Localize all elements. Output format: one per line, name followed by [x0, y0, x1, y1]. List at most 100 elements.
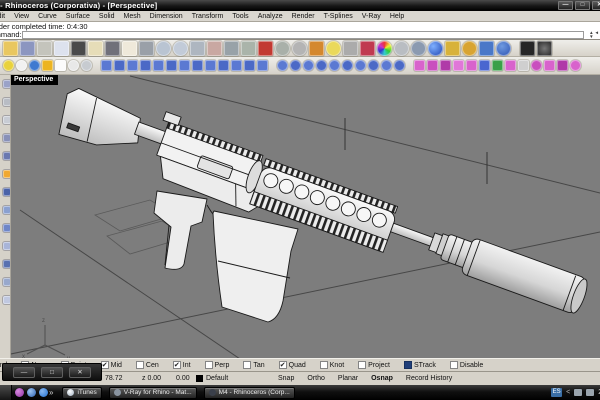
undo-icon[interactable]: [105, 41, 120, 56]
menu-tsplines[interactable]: T-Splines: [324, 13, 353, 20]
task-v-ray-for-rhino-mat-[interactable]: V-Ray for Rhino - Mat...: [109, 387, 197, 399]
left-tool-3-icon[interactable]: [3, 116, 11, 124]
tray-network-icon[interactable]: [586, 389, 594, 396]
funnel-icon[interactable]: [445, 41, 460, 56]
ring-icon[interactable]: [68, 60, 79, 71]
tsplines-offset-icon[interactable]: [355, 60, 366, 71]
tsplines-point-edit-icon[interactable]: [505, 60, 516, 71]
menu-transform[interactable]: Transform: [192, 13, 224, 20]
osnap-project-checkbox[interactable]: [358, 361, 366, 369]
tsplines-bridge-icon[interactable]: [231, 60, 242, 71]
tsplines-cylinder-icon[interactable]: [114, 60, 125, 71]
menu-mesh[interactable]: Mesh: [124, 13, 141, 20]
menu-curve[interactable]: Curve: [38, 13, 57, 20]
left-tool-12-icon[interactable]: [3, 278, 11, 286]
menu-tools[interactable]: Tools: [232, 13, 248, 20]
tsplines-weld-icon[interactable]: [192, 60, 203, 71]
tsplines-edit-icon[interactable]: [453, 60, 464, 71]
tsplines-smooth-icon[interactable]: [257, 60, 268, 71]
material-flower-icon[interactable]: [275, 41, 290, 56]
osnap-perp[interactable]: Perp: [205, 361, 230, 369]
osnap-cen-checkbox[interactable]: [136, 361, 144, 369]
left-tool-7-icon[interactable]: [3, 188, 11, 196]
tsplines-retopo-icon[interactable]: [427, 60, 438, 71]
command-input[interactable]: [22, 31, 584, 39]
quick-launch-sphere-icon[interactable]: [27, 388, 36, 397]
tsplines-subdivide-icon[interactable]: [166, 60, 177, 71]
tsplines-frame-icon[interactable]: [414, 60, 425, 71]
close-button[interactable]: ✕: [592, 1, 600, 10]
status-mode-planar[interactable]: Planar: [338, 375, 358, 382]
osnap-int-checkbox[interactable]: ✔: [173, 361, 181, 369]
tsplines-checker-icon[interactable]: [518, 60, 529, 71]
current-layer[interactable]: Default: [206, 375, 228, 382]
left-tool-9-icon[interactable]: [3, 224, 11, 232]
tsplines-crease-icon[interactable]: [179, 60, 190, 71]
circle-tool-icon[interactable]: [292, 41, 307, 56]
left-tool-8-icon[interactable]: [3, 206, 11, 214]
tsplines-grid-icon[interactable]: [440, 60, 451, 71]
tsplines-insert-edge-icon[interactable]: [140, 60, 151, 71]
tsplines-merge-icon[interactable]: [218, 60, 229, 71]
left-tool-4-icon[interactable]: [3, 134, 11, 142]
vray-sphere-icon[interactable]: [428, 41, 443, 56]
overlay-close-button[interactable]: ✕: [69, 367, 91, 378]
task-m4-rhinoceros-corp-[interactable]: M4 - Rhinoceros (Corp...: [204, 387, 295, 399]
tray-display-icon[interactable]: [574, 389, 582, 396]
task-itunes[interactable]: iTunes: [62, 387, 101, 399]
vray-shield-icon[interactable]: [360, 41, 375, 56]
pan-hand-icon[interactable]: [122, 41, 137, 56]
quick-launch-ie-icon[interactable]: [39, 388, 48, 397]
left-tool-6-icon[interactable]: [3, 170, 11, 178]
osnap-quad-checkbox[interactable]: ✔: [279, 361, 287, 369]
overlay-minimize-button[interactable]: —: [13, 367, 35, 378]
left-tool-5-icon[interactable]: [3, 152, 11, 160]
layer-color-swatch[interactable]: [196, 375, 203, 382]
perspective-viewport[interactable]: Perspective: [11, 75, 600, 358]
tsplines-magnet-icon[interactable]: [557, 60, 568, 71]
lock-icon[interactable]: [343, 41, 358, 56]
cut-icon[interactable]: [71, 41, 86, 56]
menu-view[interactable]: View: [14, 13, 29, 20]
osnap-project[interactable]: Project: [358, 361, 390, 369]
left-tool-1-icon[interactable]: [3, 80, 11, 88]
lightbulb-icon[interactable]: [326, 41, 341, 56]
paste-icon[interactable]: [88, 41, 103, 56]
vray-options-icon[interactable]: [537, 41, 552, 56]
status-mode-recordhistory[interactable]: Record History: [406, 375, 452, 382]
rotate-view-icon[interactable]: [224, 41, 239, 56]
brush-select-icon[interactable]: [207, 41, 222, 56]
status-mode-snap[interactable]: Snap: [278, 375, 294, 382]
tsplines-extrude-icon[interactable]: [127, 60, 138, 71]
maximize-button[interactable]: □: [575, 1, 590, 10]
command-collapse-icon[interactable]: ◄: [595, 31, 599, 39]
tsplines-append-icon[interactable]: [244, 60, 255, 71]
left-tool-11-icon[interactable]: [3, 260, 11, 268]
osnap-perp-checkbox[interactable]: [205, 361, 213, 369]
tsplines-flower-icon[interactable]: [570, 60, 581, 71]
minimize-button[interactable]: —: [558, 1, 573, 10]
tsplines-sphere-icon[interactable]: [277, 60, 288, 71]
explode-star-icon[interactable]: [42, 60, 53, 71]
menu-edit[interactable]: Edit: [0, 13, 5, 20]
zoom-extents-icon[interactable]: [173, 41, 188, 56]
command-scroll-down-icon[interactable]: ▼: [589, 35, 593, 39]
tsplines-radiate-icon[interactable]: [394, 60, 405, 71]
zoom-window-icon[interactable]: [156, 41, 171, 56]
osnap-dot-blue-icon[interactable]: [29, 60, 40, 71]
osnap-cen[interactable]: Cen: [136, 361, 159, 369]
tsplines-pipe-icon[interactable]: [290, 60, 301, 71]
osnap-strack[interactable]: STrack: [404, 361, 436, 369]
chain-links-icon[interactable]: [309, 41, 324, 56]
start-button[interactable]: [0, 385, 12, 400]
print-icon[interactable]: [37, 41, 52, 56]
tsplines-wing-icon[interactable]: [544, 60, 555, 71]
copy-icon[interactable]: [54, 41, 69, 56]
tsplines-manipulator-icon[interactable]: [466, 60, 477, 71]
tsplines-thicken-icon[interactable]: [368, 60, 379, 71]
blob-icon[interactable]: [81, 60, 92, 71]
left-tool-2-icon[interactable]: [3, 98, 11, 106]
tsplines-loft-icon[interactable]: [303, 60, 314, 71]
osnap-knot[interactable]: Knot: [320, 361, 344, 369]
osnap-disable-checkbox[interactable]: [450, 361, 458, 369]
